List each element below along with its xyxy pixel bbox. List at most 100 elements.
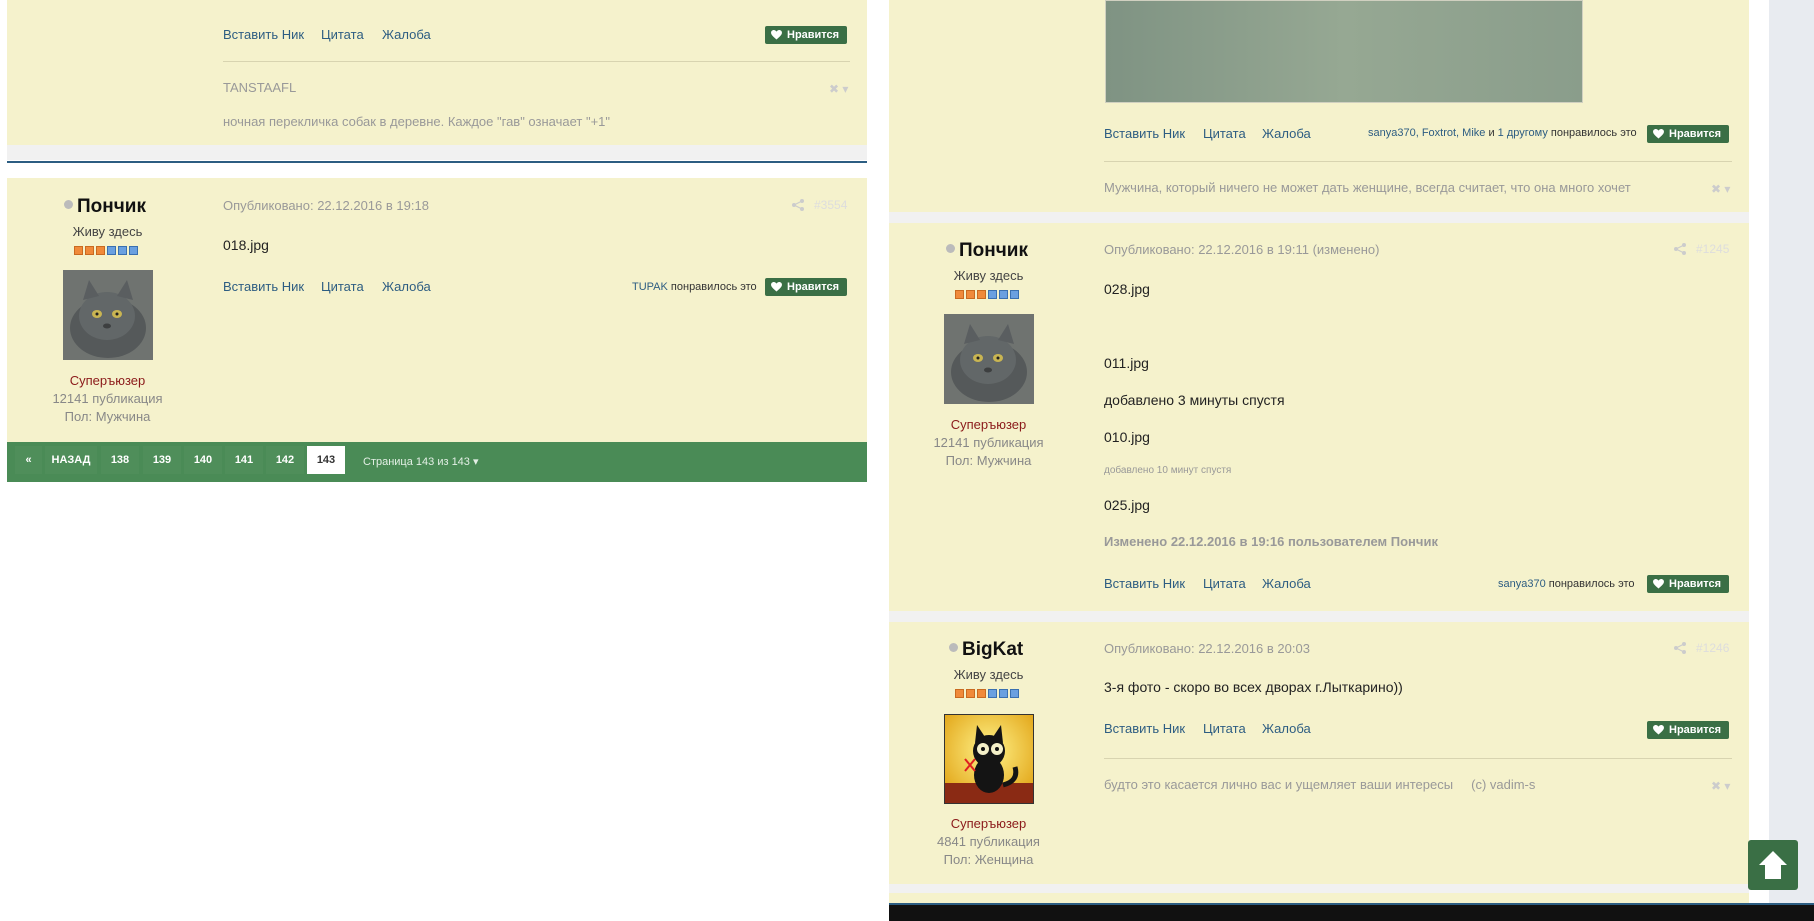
quote-link[interactable]: Цитата bbox=[1203, 721, 1246, 736]
like-label: Нравится bbox=[787, 29, 840, 41]
like-button[interactable]: Нравится bbox=[765, 278, 848, 296]
page-jump-dropdown[interactable]: Страница 143 из 143 ▾ bbox=[363, 455, 479, 468]
rank-title: Живу здесь bbox=[953, 667, 1024, 682]
share-icon[interactable] bbox=[1674, 642, 1686, 654]
offline-indicator bbox=[949, 643, 958, 653]
next-post-edge bbox=[889, 893, 1749, 903]
post-text: 3-я фото - скоро во всех дворах г.Лыткар… bbox=[1104, 679, 1403, 695]
signature-text: ночная перекличка собак в деревне. Каждо… bbox=[223, 114, 611, 129]
report-link[interactable]: Жалоба bbox=[382, 279, 431, 294]
gender: Пол: Мужчина bbox=[64, 409, 151, 424]
page-141[interactable]: 141 bbox=[225, 446, 263, 474]
like-button[interactable]: Нравится bbox=[1647, 721, 1730, 739]
separator-line bbox=[7, 161, 867, 163]
report-link[interactable]: Жалоба bbox=[1262, 721, 1311, 736]
chevron-down-icon: ▾ bbox=[472, 456, 479, 468]
attachment-link[interactable]: 018.jpg bbox=[223, 237, 269, 253]
arrow-up-icon bbox=[1759, 851, 1787, 879]
liker-link[interactable]: sanya370 bbox=[1498, 578, 1546, 590]
like-label: Нравится bbox=[1669, 578, 1722, 590]
author-name[interactable]: BigKat bbox=[949, 639, 1023, 661]
photo-image bbox=[1106, 1, 1582, 102]
post-separator bbox=[7, 145, 867, 160]
author-name[interactable]: Пончик bbox=[946, 240, 1028, 262]
attachment-link[interactable]: 025.jpg bbox=[1104, 497, 1150, 513]
quote-link[interactable]: Цитата bbox=[321, 27, 364, 42]
heart-icon bbox=[771, 30, 782, 40]
heart-icon bbox=[1653, 129, 1664, 139]
added-note-small: добавлено 10 минут спустя bbox=[1104, 465, 1232, 476]
quote-nick-link[interactable]: Вставить Ник bbox=[223, 279, 304, 294]
first-page-button[interactable]: « bbox=[15, 446, 42, 474]
signature-divider bbox=[1104, 758, 1732, 759]
heart-icon bbox=[1653, 725, 1664, 735]
rank-title: Живу здесь bbox=[72, 224, 143, 239]
post-number[interactable]: #3554 bbox=[814, 198, 847, 212]
gender: Пол: Мужчина bbox=[945, 453, 1032, 468]
attachment-link[interactable]: 011.jpg bbox=[1104, 355, 1149, 371]
quote-link[interactable]: Цитата bbox=[1203, 576, 1246, 591]
offline-indicator bbox=[946, 244, 955, 254]
like-button[interactable]: Нравится bbox=[1647, 125, 1730, 143]
more-likers-link[interactable]: 1 другому bbox=[1498, 127, 1548, 139]
close-icon[interactable]: ✖ ▾ bbox=[1711, 182, 1730, 196]
liked-by: sanya370, Foxtrot, Mike и 1 другому понр… bbox=[1368, 127, 1637, 139]
report-link[interactable]: Жалоба bbox=[1262, 126, 1311, 141]
report-link[interactable]: Жалоба bbox=[1262, 576, 1311, 591]
share-icon[interactable] bbox=[792, 199, 804, 211]
member-group: Суперъюзер bbox=[69, 373, 146, 388]
quote-link[interactable]: Цитата bbox=[321, 279, 364, 294]
like-button[interactable]: Нравится bbox=[765, 26, 848, 44]
liker-links[interactable]: sanya370, Foxtrot, Mike bbox=[1368, 127, 1485, 139]
share-and-number[interactable]: #3554 bbox=[792, 198, 847, 212]
post-count: 12141 публикация bbox=[933, 435, 1044, 450]
close-icon[interactable]: ✖ ▾ bbox=[1711, 779, 1730, 793]
page-138[interactable]: 138 bbox=[101, 446, 139, 474]
liked-by: TUPAK понравилось это bbox=[632, 281, 757, 293]
signature-divider bbox=[223, 61, 850, 62]
report-link[interactable]: Жалоба bbox=[382, 27, 431, 42]
avatar[interactable] bbox=[944, 314, 1034, 404]
published-date: Опубликовано: 22.12.2016 в 20:03 bbox=[1104, 641, 1310, 656]
signature-divider bbox=[1104, 161, 1732, 162]
heart-icon bbox=[771, 282, 782, 292]
page-142[interactable]: 142 bbox=[266, 446, 304, 474]
avatar[interactable] bbox=[944, 714, 1034, 804]
quote-nick-link[interactable]: Вставить Ник bbox=[223, 27, 304, 42]
bottom-taskbar bbox=[889, 903, 1814, 921]
quote-link[interactable]: Цитата bbox=[1203, 126, 1246, 141]
right-scrollbar-track[interactable] bbox=[1769, 0, 1814, 921]
page-140[interactable]: 140 bbox=[184, 446, 222, 474]
signature-text: будто это касается лично вас и ущемляет … bbox=[1104, 777, 1536, 792]
attachment-link[interactable]: 028.jpg bbox=[1104, 281, 1150, 297]
author-name[interactable]: Пончик bbox=[64, 196, 146, 218]
share-and-number[interactable]: #1246 bbox=[1674, 641, 1729, 655]
quote-nick-link[interactable]: Вставить Ник bbox=[1104, 721, 1185, 736]
attachment-link[interactable]: 010.jpg bbox=[1104, 429, 1150, 445]
avatar[interactable] bbox=[63, 270, 153, 360]
post-count: 4841 публикация bbox=[937, 834, 1040, 849]
page-143-current[interactable]: 143 bbox=[307, 446, 345, 474]
scroll-to-top-button[interactable] bbox=[1748, 840, 1798, 890]
quote-nick-link[interactable]: Вставить Ник bbox=[1104, 126, 1185, 141]
quote-nick-link[interactable]: Вставить Ник bbox=[1104, 576, 1185, 591]
share-and-number[interactable]: #1245 bbox=[1674, 242, 1729, 256]
page-139[interactable]: 139 bbox=[143, 446, 181, 474]
prev-page-button[interactable]: НАЗАД bbox=[45, 446, 97, 474]
post-number[interactable]: #1246 bbox=[1696, 641, 1729, 655]
edited-note: Изменено 22.12.2016 в 19:16 пользователе… bbox=[1104, 534, 1438, 549]
member-group: Суперъюзер bbox=[950, 816, 1027, 831]
post-number[interactable]: #1245 bbox=[1696, 242, 1729, 256]
like-button[interactable]: Нравится bbox=[1647, 575, 1730, 593]
share-icon[interactable] bbox=[1674, 243, 1686, 255]
like-label: Нравится bbox=[787, 281, 840, 293]
rank-title: Живу здесь bbox=[953, 268, 1024, 283]
rank-pips bbox=[74, 246, 138, 255]
black-cat-avatar-image bbox=[945, 715, 1033, 803]
added-note: добавлено 3 минуты спустя bbox=[1104, 392, 1285, 408]
rank-pips bbox=[955, 290, 1019, 299]
liker-link[interactable]: TUPAK bbox=[632, 281, 668, 293]
attached-image[interactable] bbox=[1105, 0, 1583, 103]
signature-text: Мужчина, который ничего не может дать же… bbox=[1104, 180, 1631, 195]
close-icon[interactable]: ✖ ▾ bbox=[829, 82, 848, 96]
